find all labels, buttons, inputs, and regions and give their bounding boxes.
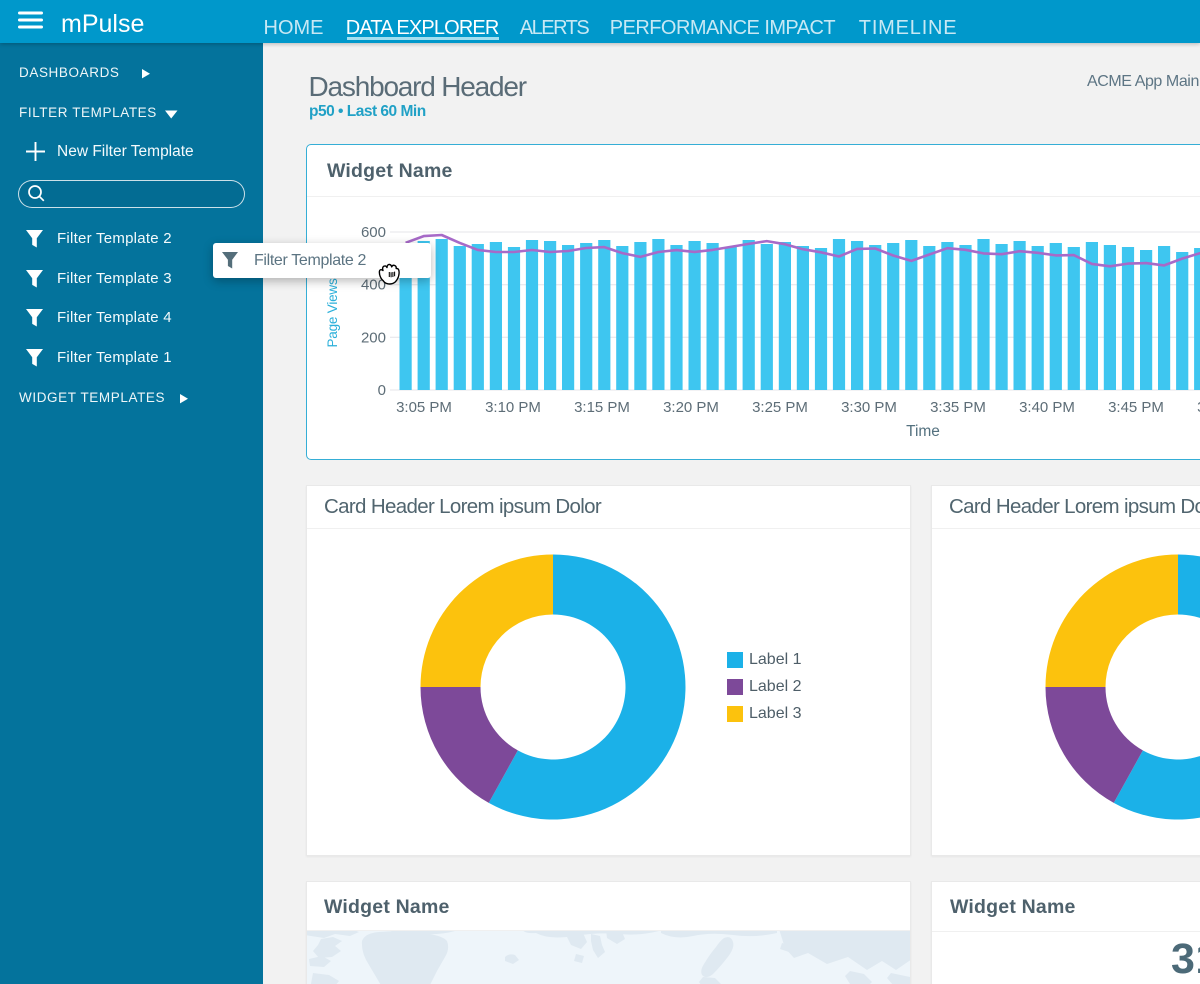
svg-text:0: 0 <box>377 382 385 399</box>
svg-text:200: 200 <box>360 329 385 346</box>
svg-text:600: 600 <box>360 224 385 241</box>
svg-text:3:40 PM: 3:40 PM <box>1019 399 1075 416</box>
svg-text:3:25 PM: 3:25 PM <box>752 399 808 416</box>
svg-text:3:30 PM: 3:30 PM <box>841 399 897 416</box>
svg-text:3:35 PM: 3:35 PM <box>930 399 986 416</box>
svg-text:Time: Time <box>906 423 940 440</box>
svg-text:3:05 PM: 3:05 PM <box>396 399 452 416</box>
svg-text:3:45 PM: 3:45 PM <box>1108 399 1164 416</box>
svg-text:3:10 PM: 3:10 PM <box>485 399 541 416</box>
svg-text:3:15 PM: 3:15 PM <box>574 399 630 416</box>
svg-text:3:20 PM: 3:20 PM <box>663 399 719 416</box>
svg-text:Page Views: Page Views <box>325 278 340 347</box>
svg-text:3:50 PM: 3:50 PM <box>1197 399 1200 416</box>
